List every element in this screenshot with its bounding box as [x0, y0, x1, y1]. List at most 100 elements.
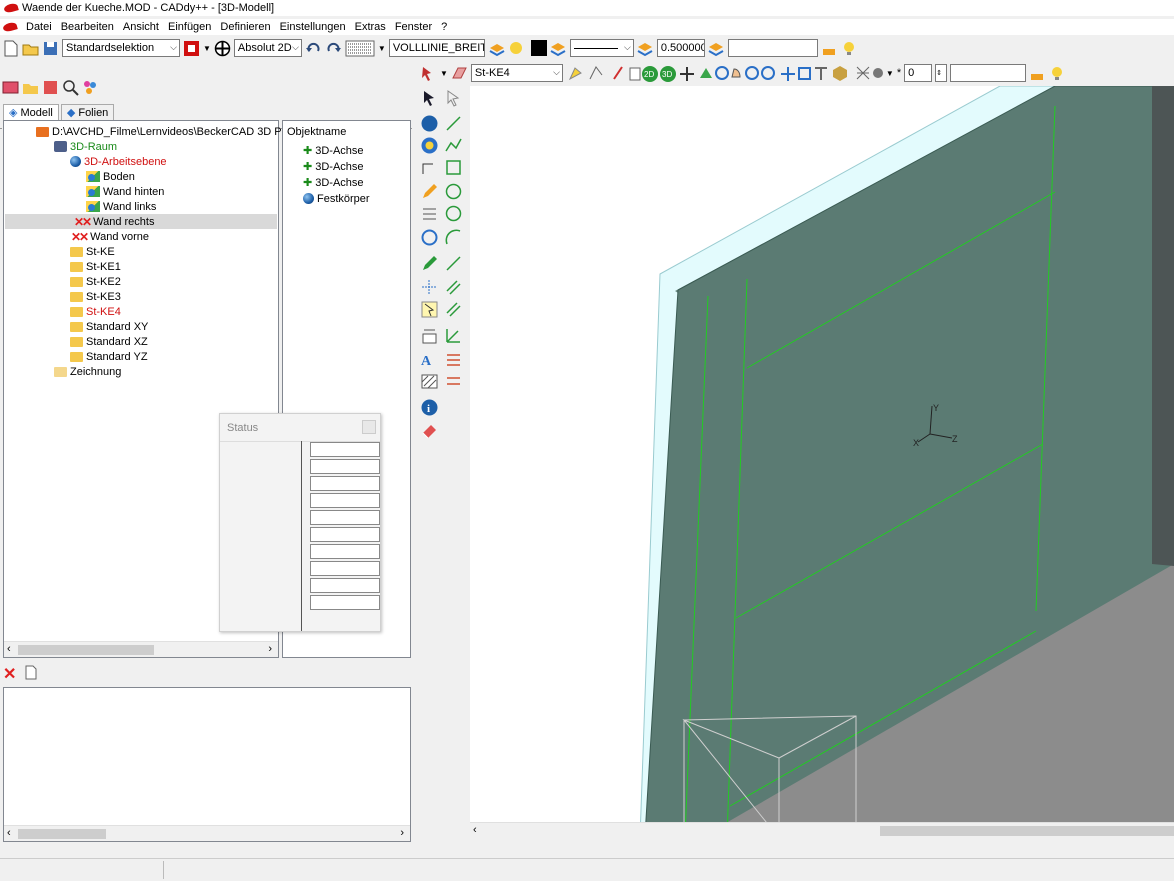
3d-viewport[interactable]: Y X Z ‹	[470, 86, 1174, 838]
tree-item-st-ke2[interactable]: St-KE2	[70, 274, 121, 289]
grid-spinner[interactable]: ⇕	[935, 64, 948, 82]
redo-icon[interactable]	[325, 40, 342, 57]
color-swatch-black[interactable]	[530, 40, 547, 56]
tab-modell[interactable]: ◈ Modell	[3, 104, 59, 120]
menu-einfuegen[interactable]: Einfügen	[168, 21, 211, 33]
image-icon[interactable]	[2, 79, 19, 96]
scroll-right-icon[interactable]: ›	[400, 827, 404, 839]
dropdown-arrow-icon[interactable]: ▼	[440, 69, 448, 78]
tree-item-st-ke1[interactable]: St-KE1	[70, 259, 121, 274]
scroll-left-icon[interactable]: ‹	[7, 643, 11, 655]
folder-arrow-icon[interactable]	[22, 79, 39, 96]
tree-item-wand-links[interactable]: Wand links	[86, 199, 156, 214]
refresh-tool-icon[interactable]	[420, 228, 439, 247]
dimension-lines-icon[interactable]	[444, 372, 463, 391]
parallel-line-icon-2[interactable]	[444, 300, 463, 319]
selection-mode-select[interactable]: Standardselektion ⌵	[62, 39, 180, 57]
tree-item-root[interactable]: D:\AVCHD_Filme\Lernvideos\BeckerCAD 3D P…	[36, 124, 302, 139]
polyline-tool-icon[interactable]	[444, 136, 463, 155]
info-icon[interactable]: i	[420, 398, 439, 417]
menu-help[interactable]: ?	[441, 21, 447, 33]
scroll-thumb[interactable]	[18, 829, 106, 839]
menu-extras[interactable]: Extras	[355, 21, 386, 33]
eraser-icon[interactable]	[420, 420, 439, 439]
menu-datei[interactable]: Datei	[26, 21, 52, 33]
layers-icon-3[interactable]	[708, 40, 725, 57]
arc-tool-icon[interactable]	[444, 228, 463, 247]
tree-item-standard-xz[interactable]: Standard XZ	[70, 334, 148, 349]
cursor-star-icon[interactable]	[420, 300, 439, 319]
edit-pencil-icon[interactable]	[420, 254, 439, 273]
dimension-tool-icon[interactable]	[420, 158, 439, 177]
tree-item-standard-yz[interactable]: Standard YZ	[70, 349, 148, 364]
menu-definieren[interactable]: Definieren	[220, 21, 270, 33]
snap-point-icon[interactable]	[420, 278, 439, 297]
layer-stack-icons[interactable]	[488, 40, 528, 57]
grid-value-field[interactable]: 0	[904, 64, 933, 82]
circle-center-tool-icon[interactable]	[444, 182, 463, 201]
pointer-dropdown-icon[interactable]	[420, 65, 437, 82]
menu-bearbeiten[interactable]: Bearbeiten	[61, 21, 114, 33]
viewport-hscrollbar[interactable]: ‹	[470, 822, 1174, 838]
search-text-field[interactable]	[950, 64, 1027, 82]
object-item[interactable]: ✚ 3D-Achse	[303, 143, 364, 158]
tree-item-standard-xy[interactable]: Standard XY	[70, 319, 148, 334]
layer-select[interactable]: St-KE4 ⌵	[470, 64, 563, 82]
trim-tool-icon[interactable]	[420, 204, 439, 223]
undo-icon[interactable]	[305, 40, 322, 57]
offset-lines-icon[interactable]	[444, 350, 463, 369]
document-icon[interactable]	[22, 664, 39, 681]
tree-item-wand-rechts[interactable]: ✕✕ Wand rechts	[5, 214, 277, 229]
diagonal-line-icon[interactable]	[444, 254, 463, 273]
circle-tool-icon[interactable]	[444, 204, 463, 223]
tree-item-st-ke[interactable]: St-KE	[70, 244, 115, 259]
menu-fenster[interactable]: Fenster	[395, 21, 432, 33]
bottom-hscrollbar[interactable]: ‹ ›	[4, 825, 410, 841]
object-item[interactable]: Festkörper	[303, 191, 370, 206]
view-tools-icons[interactable]: 2D 3D	[566, 64, 776, 83]
tab-folien[interactable]: ◆ Folien	[60, 104, 115, 120]
text-settings-icon[interactable]	[420, 326, 439, 345]
layer-plane-icon[interactable]	[451, 65, 468, 82]
angle-tool-icon[interactable]	[444, 326, 463, 345]
rectangle-tool-icon[interactable]	[444, 158, 463, 177]
pencil-tool-icon[interactable]	[420, 182, 439, 201]
save-icon[interactable]	[42, 40, 59, 57]
tree-item-boden[interactable]: Boden	[86, 169, 135, 184]
tree-item-st-ke3[interactable]: St-KE3	[70, 289, 121, 304]
tree-item-wand-vorne[interactable]: ✕✕ Wand vorne	[71, 229, 149, 244]
layer-text-field[interactable]	[727, 39, 818, 57]
object-item[interactable]: ✚ 3D-Achse	[303, 159, 364, 174]
search-magnifier-icon[interactable]	[62, 79, 79, 96]
line-style-select[interactable]: ⌵	[569, 39, 634, 57]
scroll-left-icon[interactable]: ‹	[7, 827, 11, 839]
dropdown-arrow-icon[interactable]: ▼	[886, 69, 894, 78]
delete-layer-icon[interactable]	[42, 79, 59, 96]
tree-item-wand-hinten[interactable]: Wand hinten	[86, 184, 164, 199]
hand-lightbulb-icons-2[interactable]	[1029, 65, 1067, 82]
scene-canvas[interactable]: Y X Z	[470, 86, 1174, 838]
scroll-thumb[interactable]	[18, 645, 154, 655]
hatch-tool-icon[interactable]	[420, 372, 439, 391]
tree-item-st-ke4[interactable]: St-KE4	[70, 304, 121, 319]
text-tool-icon[interactable]: A	[420, 350, 439, 369]
object-item[interactable]: ✚ 3D-Achse	[303, 175, 364, 190]
sphere-tool-icon[interactable]	[420, 114, 439, 133]
coord-mode-select[interactable]: Absolut 2D ⌵	[233, 39, 302, 57]
snap-target-icon[interactable]	[214, 40, 231, 57]
status-close-button[interactable]	[362, 420, 376, 434]
menu-ansicht[interactable]: Ansicht	[123, 21, 159, 33]
layers-icon[interactable]	[550, 40, 567, 57]
scroll-thumb[interactable]	[880, 826, 1174, 836]
dropdown-arrow-icon[interactable]: ▼	[203, 44, 211, 53]
line-tool-icon[interactable]	[444, 114, 463, 133]
scroll-right-icon[interactable]: ›	[268, 643, 272, 655]
properties-box[interactable]: ‹ ›	[3, 687, 411, 842]
view-tools-icons-2[interactable]	[779, 64, 883, 83]
linetype-select[interactable]: VOLLLINIE_BREIT	[388, 39, 485, 57]
hand-lightbulb-icons[interactable]	[821, 40, 859, 57]
layers-icon-2[interactable]	[637, 40, 654, 57]
tree-hscrollbar[interactable]: ‹ ›	[4, 641, 278, 657]
select-arrow-icon[interactable]	[420, 88, 439, 107]
select-outline-icon[interactable]	[444, 88, 463, 107]
